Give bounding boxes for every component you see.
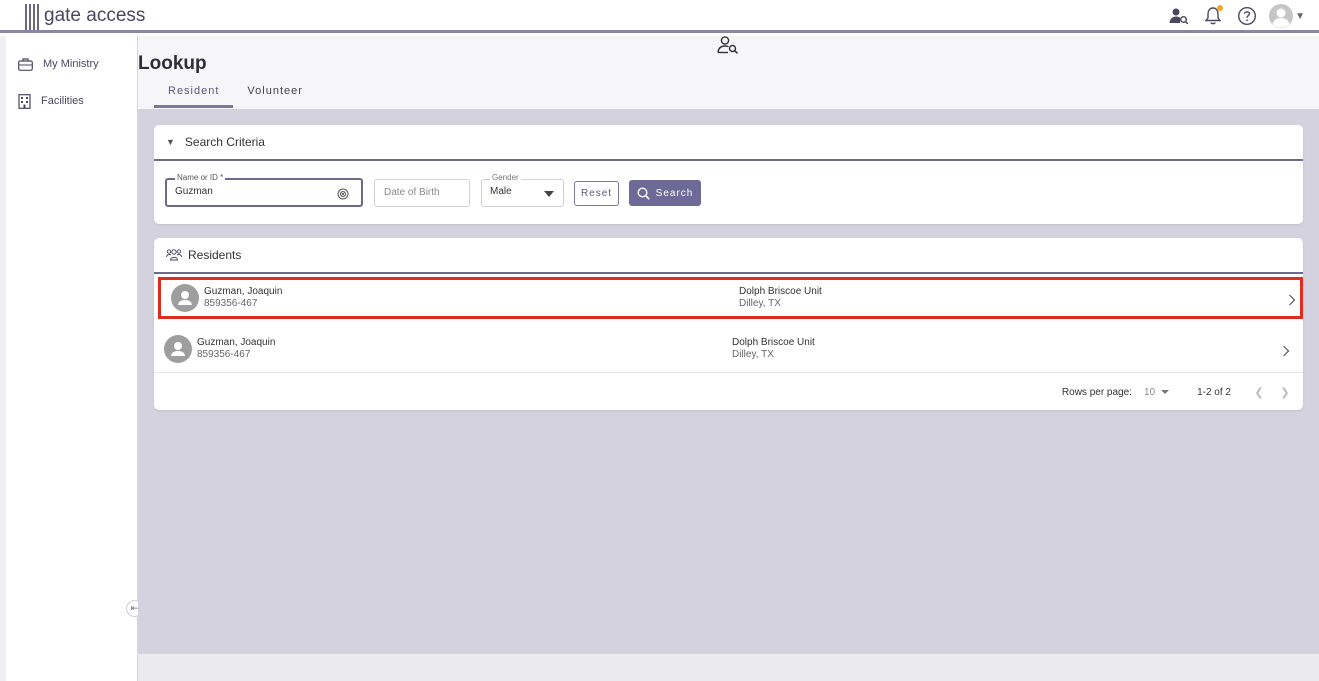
name-or-id-field[interactable]: Name or ID * Guzman: [165, 173, 363, 207]
chevron-down-icon: ▼: [1295, 10, 1305, 22]
resident-city: Dilley, TX: [732, 349, 774, 360]
notification-dot: [1217, 5, 1224, 11]
residents-header: Residents: [154, 238, 1303, 274]
resident-avatar-icon: [171, 284, 199, 312]
resident-id: 859356-467: [204, 298, 258, 309]
footer-band: [138, 654, 1319, 681]
tab-resident[interactable]: Resident: [154, 83, 234, 108]
resident-unit: Dolph Briscoe Unit: [739, 286, 822, 297]
tab-volunteer[interactable]: Volunteer: [233, 83, 316, 108]
sidebar-item-my-ministry[interactable]: My Ministry: [18, 54, 99, 74]
logo-bars-icon: [25, 2, 41, 30]
gender-select[interactable]: Gender Male: [481, 173, 564, 207]
caret-down-icon: ▼: [166, 137, 175, 147]
building-icon: [18, 93, 31, 109]
resident-row[interactable]: Guzman, Joaquin 859356-467 Dolph Briscoe…: [154, 325, 1303, 373]
page-range: 1-2 of 2: [1197, 386, 1231, 398]
user-menu[interactable]: ▼: [1269, 4, 1305, 28]
resident-row-selected[interactable]: Guzman, Joaquin 859356-467 Dolph Briscoe…: [158, 277, 1303, 319]
sidebar-item-label: Facilities: [41, 95, 84, 107]
gender-label: Gender: [490, 173, 521, 182]
rows-per-page-label: Rows per page:: [1061, 386, 1132, 398]
name-or-id-label: Name or ID *: [175, 173, 226, 182]
chevron-right-icon[interactable]: [1288, 293, 1296, 311]
residents-card: Residents Guzman, Joaquin 859356-467 Dol…: [154, 238, 1303, 410]
next-page-icon[interactable]: ❯: [1277, 386, 1293, 399]
resident-name: Guzman, Joaquin: [197, 337, 276, 348]
resident-unit: Dolph Briscoe Unit: [732, 337, 815, 348]
dropdown-arrow-icon: [1161, 390, 1170, 394]
search-criteria-header[interactable]: ▼ Search Criteria: [154, 125, 1303, 161]
resident-name: Guzman, Joaquin: [204, 286, 283, 297]
date-of-birth-field[interactable]: Date of Birth: [374, 179, 470, 207]
residents-title: Residents: [188, 248, 242, 262]
sidebar-item-label: My Ministry: [43, 58, 99, 70]
search-button-label: Search: [655, 187, 694, 199]
gender-value: Male: [490, 186, 512, 197]
search-criteria-title: Search Criteria: [184, 135, 265, 149]
bell-icon[interactable]: [1201, 4, 1225, 28]
main-content: ▼ Search Criteria Name or ID * Guzman Da…: [138, 109, 1319, 654]
clear-icon[interactable]: [337, 187, 349, 205]
pagination: Rows per page: 10 1-2 of 2 ❮ ❯: [1062, 384, 1303, 400]
rows-per-page-select[interactable]: 10: [1143, 386, 1170, 398]
page-header: Lookup Resident Volunteer: [138, 36, 1319, 109]
name-or-id-value: Guzman: [175, 186, 213, 197]
sidebar-item-facilities[interactable]: Facilities: [18, 91, 84, 111]
logo-text: gate access: [44, 5, 146, 26]
resident-city: Dilley, TX: [739, 298, 781, 309]
prev-page-icon[interactable]: ❮: [1251, 386, 1267, 399]
rows-per-page-value: 10: [1143, 386, 1156, 398]
page-title: Lookup: [138, 53, 207, 74]
sidebar: My Ministry Facilities: [6, 36, 138, 681]
search-icon: [637, 186, 650, 200]
top-bar: gate access ▼: [0, 0, 1319, 33]
resident-avatar-icon: [164, 335, 192, 363]
chevron-right-icon[interactable]: [1282, 344, 1290, 362]
search-button[interactable]: Search: [629, 180, 701, 206]
briefcase-icon: [18, 57, 33, 71]
group-icon: [166, 249, 182, 261]
help-icon[interactable]: [1235, 4, 1259, 28]
search-criteria-card: ▼ Search Criteria Name or ID * Guzman Da…: [154, 125, 1303, 224]
resident-id: 859356-467: [197, 349, 251, 360]
logo[interactable]: gate access: [25, 1, 145, 31]
avatar: [1269, 4, 1294, 28]
date-of-birth-placeholder: Date of Birth: [384, 187, 440, 198]
tab-bar: Resident Volunteer: [154, 83, 317, 108]
person-search-icon[interactable]: [1167, 4, 1191, 28]
reset-button[interactable]: Reset: [574, 181, 619, 206]
dropdown-arrow-icon: [544, 191, 554, 197]
person-search-icon: [717, 36, 739, 59]
